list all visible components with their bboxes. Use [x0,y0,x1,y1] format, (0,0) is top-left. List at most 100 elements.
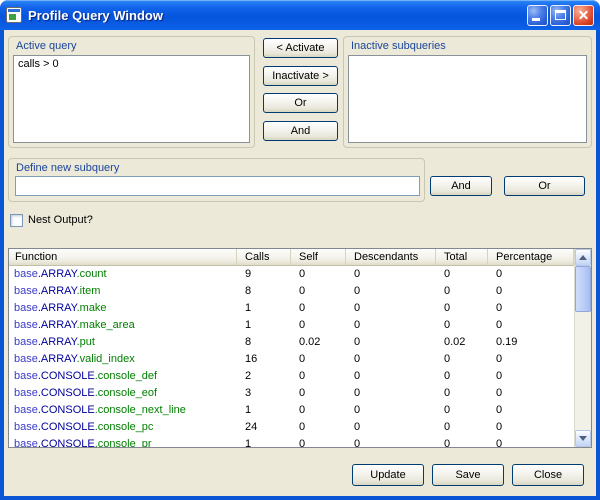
active-query-label: Active query [16,40,77,52]
table-row[interactable]: base.ARRAY.make_area10000 [9,317,574,334]
titlebar[interactable]: Profile Query Window [0,0,600,30]
cell-calls: 9 [237,266,291,283]
cell-percentage: 0 [488,283,574,300]
cell-function: base.ARRAY.count [9,266,237,283]
table-row[interactable]: base.ARRAY.make10000 [9,300,574,317]
table-row[interactable]: base.ARRAY.valid_index160000 [9,351,574,368]
subquery-input[interactable] [15,176,420,196]
active-query-item[interactable]: calls > 0 [14,56,249,72]
column-header-calls[interactable]: Calls [237,249,291,266]
scroll-thumb[interactable] [575,266,591,312]
cell-descendants: 0 [346,436,436,447]
save-button[interactable]: Save [432,464,504,486]
table-row[interactable]: base.CONSOLE.console_pc240000 [9,419,574,436]
nest-output-checkbox[interactable] [10,214,23,227]
cell-calls: 3 [237,385,291,402]
cell-percentage: 0.19 [488,334,574,351]
active-query-group: Active query calls > 0 [8,36,255,148]
cell-self: 0 [291,385,346,402]
cell-total: 0.02 [436,334,488,351]
inactive-subqueries-listbox[interactable] [348,55,587,143]
cell-self: 0 [291,266,346,283]
cell-descendants: 0 [346,300,436,317]
column-header-total[interactable]: Total [436,249,488,266]
define-subquery-group: Define new subquery [8,158,425,202]
cell-percentage: 0 [488,436,574,447]
column-header-percentage[interactable]: Percentage [488,249,574,266]
minimize-icon [532,18,540,21]
activate-button[interactable]: < Activate [263,38,338,58]
cell-descendants: 0 [346,385,436,402]
cell-self: 0.02 [291,334,346,351]
scroll-down-icon [579,436,587,441]
cell-self: 0 [291,283,346,300]
minimize-button[interactable] [527,5,548,26]
cell-percentage: 0 [488,351,574,368]
cell-total: 0 [436,385,488,402]
cell-percentage: 0 [488,300,574,317]
profile-query-window: Profile Query Window Active query calls … [0,0,600,500]
table-row[interactable]: base.ARRAY.item80000 [9,283,574,300]
cell-descendants: 0 [346,419,436,436]
update-button[interactable]: Update [352,464,424,486]
cell-function: base.CONSOLE.console_pr [9,436,237,447]
cell-percentage: 0 [488,317,574,334]
close-window-button[interactable]: Close [512,464,584,486]
cell-self: 0 [291,351,346,368]
close-icon [574,6,593,25]
cell-function: base.ARRAY.make [9,300,237,317]
cell-calls: 1 [237,300,291,317]
table-row[interactable]: base.CONSOLE.console_pr10000 [9,436,574,447]
subquery-and-button[interactable]: And [430,176,492,196]
vertical-scrollbar[interactable] [574,249,591,447]
or-button[interactable]: Or [263,93,338,113]
column-header-self[interactable]: Self [291,249,346,266]
scroll-up-button[interactable] [575,249,591,266]
cell-calls: 8 [237,334,291,351]
scroll-track[interactable] [575,312,591,430]
column-header-function[interactable]: Function [9,249,237,266]
cell-self: 0 [291,436,346,447]
close-button[interactable] [573,5,594,26]
cell-self: 0 [291,317,346,334]
cell-function: base.ARRAY.valid_index [9,351,237,368]
table-row[interactable]: base.CONSOLE.console_def20000 [9,368,574,385]
column-header-descendants[interactable]: Descendants [346,249,436,266]
table-row[interactable]: base.ARRAY.count90000 [9,266,574,283]
maximize-button[interactable] [550,5,571,26]
cell-total: 0 [436,283,488,300]
inactive-subqueries-group: Inactive subqueries [343,36,592,148]
cell-calls: 1 [237,402,291,419]
cell-descendants: 0 [346,368,436,385]
cell-function: base.ARRAY.put [9,334,237,351]
cell-calls: 24 [237,419,291,436]
scroll-down-button[interactable] [575,430,591,447]
table-row[interactable]: base.CONSOLE.console_next_line10000 [9,402,574,419]
nest-output-label: Nest Output? [28,214,93,226]
cell-percentage: 0 [488,368,574,385]
cell-calls: 1 [237,436,291,447]
cell-percentage: 0 [488,266,574,283]
cell-descendants: 0 [346,334,436,351]
caption-buttons [527,5,594,26]
cell-calls: 8 [237,283,291,300]
cell-calls: 1 [237,317,291,334]
cell-total: 0 [436,351,488,368]
table-row[interactable]: base.CONSOLE.console_eof30000 [9,385,574,402]
cell-descendants: 0 [346,351,436,368]
active-query-listbox[interactable]: calls > 0 [13,55,250,143]
window-title: Profile Query Window [28,8,527,23]
cell-descendants: 0 [346,283,436,300]
cell-total: 0 [436,266,488,283]
table-row[interactable]: base.ARRAY.put80.0200.020.19 [9,334,574,351]
cell-total: 0 [436,436,488,447]
subquery-or-button[interactable]: Or [504,176,585,196]
and-button[interactable]: And [263,121,338,141]
cell-function: base.CONSOLE.console_pc [9,419,237,436]
cell-calls: 2 [237,368,291,385]
function-table: Function Calls Self Descendants Total Pe… [8,248,592,448]
cell-total: 0 [436,317,488,334]
cell-total: 0 [436,368,488,385]
cell-descendants: 0 [346,317,436,334]
inactivate-button[interactable]: Inactivate > [263,66,338,86]
